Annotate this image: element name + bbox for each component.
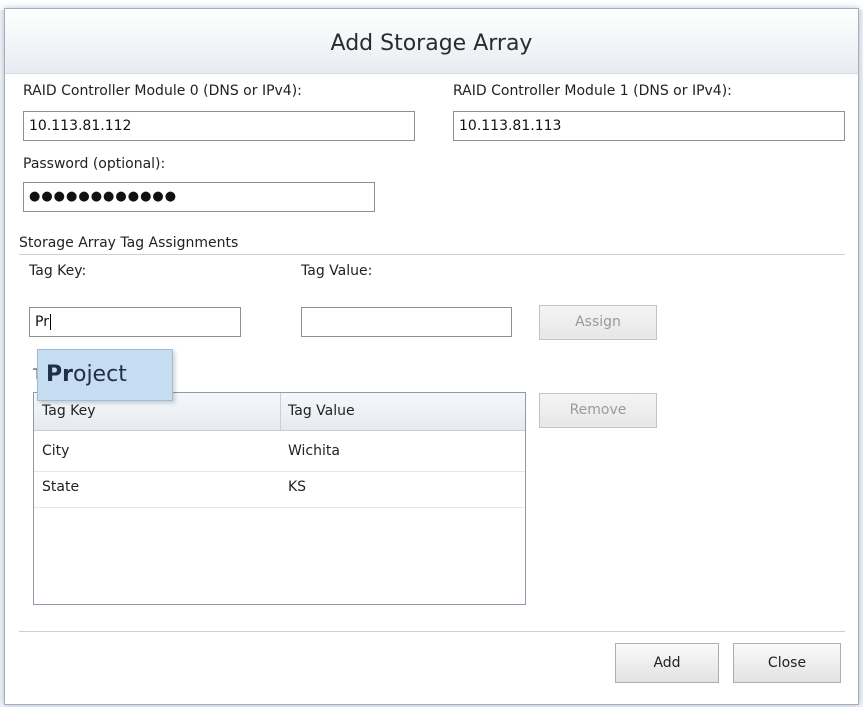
autocomplete-item-project[interactable]: Project — [46, 362, 127, 387]
row-tag-value: KS — [288, 479, 307, 495]
tag-key-label: Tag Key: — [29, 263, 87, 279]
row-separator — [34, 507, 525, 508]
text-caret — [49, 314, 51, 330]
close-button[interactable]: Close — [733, 643, 841, 683]
column-header-tag-value[interactable]: Tag Value — [288, 403, 355, 419]
tag-key-input[interactable]: Pr — [29, 307, 241, 337]
password-input[interactable]: ●●●●●●●●●●●● — [23, 182, 375, 212]
controller0-label: RAID Controller Module 0 (DNS or IPv4): — [23, 83, 302, 99]
row-tag-key: State — [42, 479, 80, 495]
controller1-label: RAID Controller Module 1 (DNS or IPv4): — [453, 83, 732, 99]
controller0-input[interactable]: 10.113.81.112 — [23, 111, 415, 141]
tag-value-label: Tag Value: — [301, 263, 373, 279]
row-tag-value: Wichita — [288, 443, 340, 459]
controller1-input[interactable]: 10.113.81.113 — [453, 111, 845, 141]
password-label: Password (optional): — [23, 156, 166, 172]
column-header-tag-key[interactable]: Tag Key — [42, 403, 96, 419]
section-divider — [19, 254, 845, 255]
tag-key-autocomplete: Project — [37, 349, 173, 401]
tag-key-text: Pr — [35, 314, 49, 330]
assign-button[interactable]: Assign — [539, 305, 657, 340]
row-tag-key: City — [42, 443, 70, 459]
remove-button[interactable]: Remove — [539, 393, 657, 428]
add-button[interactable]: Add — [615, 643, 719, 683]
tag-table: Tag Key Tag Value City Wichita State KS — [33, 392, 526, 605]
tag-value-input[interactable] — [301, 307, 512, 337]
footer-divider — [19, 631, 845, 632]
autocomplete-match: Pr — [46, 362, 73, 387]
add-storage-array-dialog: Add Storage Array RAID Controller Module… — [4, 8, 859, 705]
row-separator — [34, 471, 525, 472]
autocomplete-rest: oject — [72, 362, 127, 387]
dialog-title: Add Storage Array — [330, 31, 533, 56]
tag-section-label: Storage Array Tag Assignments — [19, 235, 239, 251]
title-bar: Add Storage Array — [5, 9, 858, 74]
column-divider[interactable] — [280, 393, 281, 430]
